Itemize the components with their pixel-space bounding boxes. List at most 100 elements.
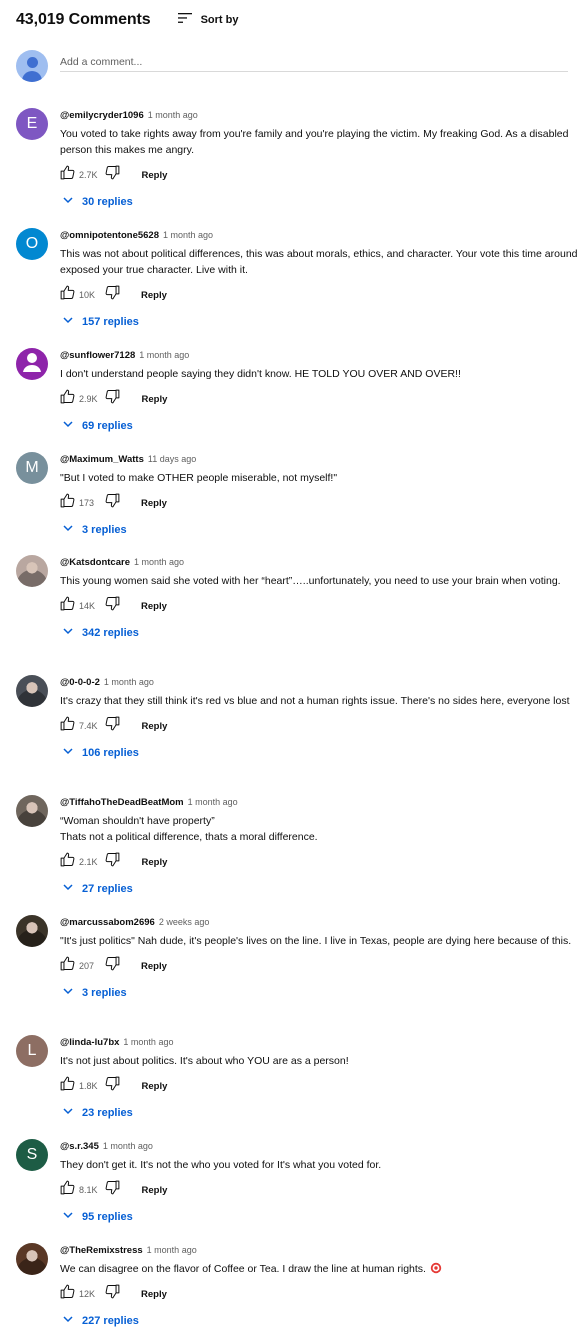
avatar[interactable]: O bbox=[16, 228, 48, 260]
avatar[interactable] bbox=[16, 1243, 48, 1275]
avatar[interactable] bbox=[16, 555, 48, 587]
comment-text-wrap: "It's just politics" Nah dude, it's peop… bbox=[60, 933, 580, 949]
avatar[interactable] bbox=[16, 795, 48, 827]
comment-author[interactable]: @emilycryder1096 bbox=[60, 109, 144, 123]
view-replies-button[interactable]: 95 replies bbox=[62, 1207, 580, 1227]
comment-time[interactable]: 1 month ago bbox=[103, 1139, 153, 1153]
add-comment-input[interactable] bbox=[60, 52, 568, 72]
view-replies-button[interactable]: 342 replies bbox=[62, 623, 580, 643]
reply-button[interactable]: Reply bbox=[141, 1289, 167, 1300]
dislike-button[interactable] bbox=[103, 284, 121, 306]
reply-button[interactable]: Reply bbox=[142, 1185, 168, 1196]
like-button[interactable] bbox=[58, 164, 76, 186]
dislike-button[interactable] bbox=[104, 389, 122, 408]
comment-text-wrap: It's crazy that they still think it's re… bbox=[60, 693, 580, 709]
avatar[interactable] bbox=[16, 675, 48, 707]
reply-button[interactable]: Reply bbox=[141, 961, 167, 972]
dislike-button[interactable] bbox=[103, 595, 121, 617]
replies-count: 27 replies bbox=[82, 883, 133, 895]
dislike-button[interactable] bbox=[104, 1076, 122, 1095]
reply-button[interactable]: Reply bbox=[142, 1081, 168, 1092]
reply-button[interactable]: Reply bbox=[141, 290, 167, 301]
avatar-letter: M bbox=[25, 459, 39, 476]
view-replies-button[interactable]: 30 replies bbox=[62, 192, 580, 212]
dislike-button[interactable] bbox=[103, 1284, 121, 1303]
comment-author[interactable]: @s.r.345 bbox=[60, 1140, 99, 1154]
view-replies-button[interactable]: 27 replies bbox=[62, 879, 580, 899]
chevron-down-icon bbox=[62, 417, 74, 435]
comment-author[interactable]: @sunflower7128 bbox=[60, 349, 135, 363]
comment-author[interactable]: @Maximum_Watts bbox=[60, 453, 144, 467]
view-replies-button[interactable]: 106 replies bbox=[62, 743, 580, 763]
like-button[interactable] bbox=[58, 595, 76, 617]
view-replies-button[interactable]: 3 replies bbox=[62, 520, 580, 540]
comment-time[interactable]: 1 month ago bbox=[123, 1035, 173, 1049]
avatar[interactable]: E bbox=[16, 108, 48, 140]
dislike-button[interactable] bbox=[104, 1180, 122, 1199]
replies-count: 227 replies bbox=[82, 1315, 139, 1327]
comment-text-wrap: We can disagree on the flavor of Coffee … bbox=[60, 1261, 580, 1277]
like-button[interactable] bbox=[58, 1180, 76, 1199]
like-button[interactable] bbox=[58, 1284, 76, 1303]
reply-button[interactable]: Reply bbox=[141, 498, 167, 509]
reply-button[interactable]: Reply bbox=[142, 394, 168, 405]
comment-author[interactable]: @0-0-0-2 bbox=[60, 676, 100, 690]
dislike-button[interactable] bbox=[104, 165, 122, 184]
comment-time[interactable]: 11 days ago bbox=[148, 452, 196, 466]
reply-button[interactable]: Reply bbox=[142, 170, 168, 181]
comment-text: It's crazy that they still think it's re… bbox=[60, 695, 570, 707]
comment-time[interactable]: 2 weeks ago bbox=[159, 915, 210, 929]
like-button[interactable] bbox=[58, 285, 76, 304]
thumbs-down-icon bbox=[104, 284, 121, 306]
thumbs-up-icon bbox=[59, 164, 76, 186]
comment-time[interactable]: 1 month ago bbox=[147, 1243, 197, 1257]
thumbs-up-icon bbox=[59, 595, 76, 617]
reply-button[interactable]: Reply bbox=[142, 857, 168, 868]
comment-text: This was not about political differences… bbox=[60, 248, 578, 276]
view-replies-button[interactable]: 157 replies bbox=[62, 312, 580, 332]
comment-text-wrap: This young women said she voted with her… bbox=[60, 573, 580, 589]
comment-author[interactable]: @marcussabom2696 bbox=[60, 916, 155, 930]
like-button[interactable] bbox=[58, 716, 76, 735]
comment-time[interactable]: 1 month ago bbox=[104, 675, 154, 689]
view-replies-button[interactable]: 23 replies bbox=[62, 1103, 580, 1123]
comment-author[interactable]: @omnipotentone5628 bbox=[60, 229, 159, 243]
thumbs-down-icon bbox=[104, 595, 121, 617]
dislike-button[interactable] bbox=[104, 852, 122, 871]
like-button[interactable] bbox=[58, 1076, 76, 1095]
dislike-button[interactable] bbox=[104, 716, 122, 735]
view-replies-button[interactable]: 3 replies bbox=[62, 983, 580, 1003]
like-button[interactable] bbox=[58, 852, 76, 871]
like-button[interactable] bbox=[58, 956, 76, 975]
reply-button[interactable]: Reply bbox=[142, 721, 168, 732]
comment-time[interactable]: 1 month ago bbox=[163, 228, 213, 242]
view-replies-button[interactable]: 69 replies bbox=[62, 416, 580, 436]
comment-time[interactable]: 1 month ago bbox=[134, 555, 184, 569]
like-count: 7.4K bbox=[79, 721, 98, 731]
comment-text: This young women said she voted with her… bbox=[60, 575, 561, 587]
like-button[interactable] bbox=[58, 389, 76, 408]
avatar[interactable] bbox=[16, 348, 48, 380]
comment-author[interactable]: @TiffahoTheDeadBeatMom bbox=[60, 796, 184, 810]
replies-count: 342 replies bbox=[82, 627, 139, 639]
avatar[interactable] bbox=[16, 915, 48, 947]
comment-time[interactable]: 1 month ago bbox=[188, 795, 238, 809]
comment-text: They don't get it. It's not the who you … bbox=[60, 1159, 382, 1171]
dislike-button[interactable] bbox=[103, 956, 121, 975]
avatar[interactable]: S bbox=[16, 1139, 48, 1171]
comment-author[interactable]: @Katsdontcare bbox=[60, 556, 130, 570]
like-count: 10K bbox=[79, 290, 96, 300]
dislike-button[interactable] bbox=[103, 493, 121, 512]
view-replies-button[interactable]: 227 replies bbox=[62, 1311, 580, 1331]
comment-author[interactable]: @TheRemixstress bbox=[60, 1244, 143, 1258]
sort-button[interactable]: Sort by bbox=[177, 11, 238, 30]
comment-author[interactable]: @linda-lu7bx bbox=[60, 1036, 119, 1050]
avatar[interactable]: M bbox=[16, 452, 48, 484]
comment-time[interactable]: 1 month ago bbox=[139, 348, 189, 362]
current-user-avatar bbox=[16, 50, 48, 82]
avatar[interactable]: L bbox=[16, 1035, 48, 1067]
comment-text-wrap: "But I voted to make OTHER people misera… bbox=[60, 470, 580, 486]
like-button[interactable] bbox=[58, 493, 76, 512]
reply-button[interactable]: Reply bbox=[141, 601, 167, 612]
comment-time[interactable]: 1 month ago bbox=[148, 108, 198, 122]
